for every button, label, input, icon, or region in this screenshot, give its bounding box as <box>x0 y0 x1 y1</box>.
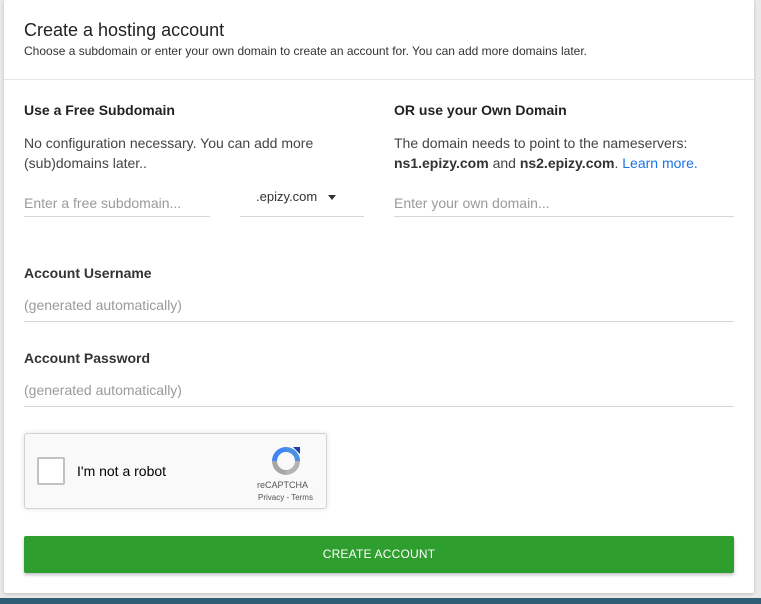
recaptcha-brand: reCAPTCHA <box>257 480 309 490</box>
recaptcha-logo-icon <box>272 447 300 475</box>
own-domain-section-title: OR use your Own Domain <box>394 102 567 118</box>
card-header: Create a hosting account Choose a subdom… <box>4 0 754 80</box>
page-title: Create a hosting account <box>24 20 225 40</box>
domain-suffix-select[interactable]: .epizy.com <box>240 185 364 217</box>
own-domain-input[interactable] <box>394 195 732 211</box>
own-domain-description-text: The domain needs to point to the nameser… <box>394 135 688 151</box>
password-label: Account Password <box>24 350 151 366</box>
and-text: and <box>492 155 516 171</box>
subdomain-input[interactable] <box>24 195 209 211</box>
password-input-underline <box>24 406 734 407</box>
domain-suffix-underline <box>240 216 364 217</box>
create-account-button[interactable]: CREATE ACCOUNT <box>24 536 734 573</box>
domain-suffix-value: .epizy.com <box>256 189 318 204</box>
recaptcha-widget: I'm not a robot reCAPTCHA Privacy - Term… <box>24 433 327 509</box>
username-label: Account Username <box>24 265 152 281</box>
subdomain-description: No configuration necessary. You can add … <box>24 135 314 171</box>
learn-more-link[interactable]: Learn more. <box>622 155 697 171</box>
own-domain-input-underline <box>394 216 734 217</box>
own-domain-description: The domain needs to point to the nameser… <box>394 133 744 173</box>
period-text: . <box>614 155 619 171</box>
subdomain-input-underline <box>24 216 210 217</box>
recaptcha-label: I'm not a robot <box>77 463 167 479</box>
page-subtitle: Choose a subdomain or enter your own dom… <box>24 44 588 58</box>
nameserver-2: ns2.epizy.com <box>519 155 615 171</box>
nameserver-1: ns1.epizy.com <box>394 155 489 171</box>
chevron-down-icon <box>328 195 336 200</box>
username-input-underline <box>24 321 734 322</box>
username-input[interactable] <box>24 297 732 313</box>
subdomain-section-title: Use a Free Subdomain <box>24 102 175 118</box>
bottom-strip <box>0 598 761 604</box>
create-account-card: Create a hosting account Choose a subdom… <box>4 0 754 593</box>
recaptcha-terms-link[interactable]: Privacy - Terms <box>258 493 313 502</box>
recaptcha-checkbox[interactable] <box>37 457 65 485</box>
password-input[interactable] <box>24 382 732 398</box>
